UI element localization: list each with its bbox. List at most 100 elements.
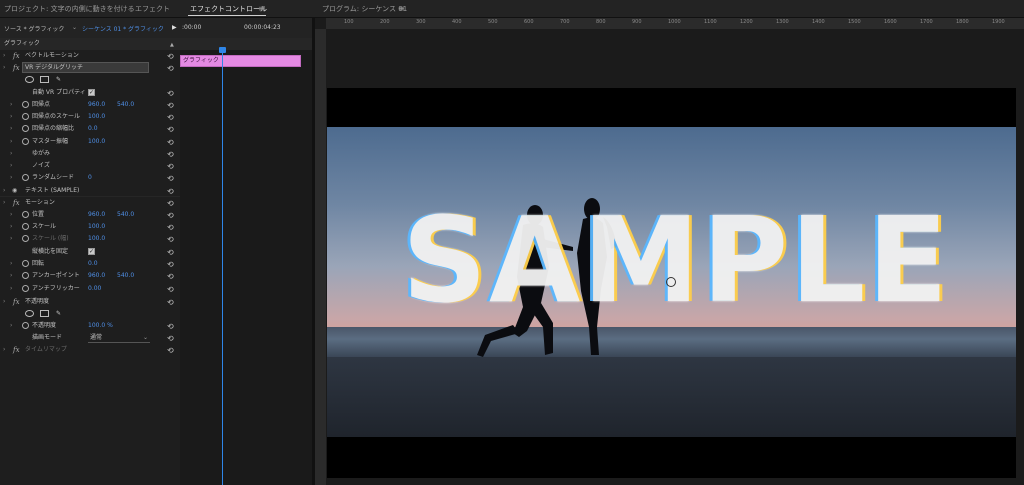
property-row[interactable]: › アンチフリッカー 0.00 ⟲: [0, 283, 180, 295]
expand-arrow-icon[interactable]: ›: [3, 50, 5, 62]
property-row[interactable]: › fx ベクトルモーション ⟲: [0, 50, 180, 62]
property-value-y[interactable]: 540.0: [117, 99, 134, 111]
stopwatch-icon[interactable]: [22, 260, 29, 267]
property-value[interactable]: 100.0: [88, 136, 105, 148]
stopwatch-icon[interactable]: [22, 113, 29, 120]
property-row[interactable]: › ノイズ ⟲: [0, 160, 180, 172]
expand-arrow-icon[interactable]: ›: [10, 172, 12, 184]
panel-menu-icon[interactable]: ≡: [258, 4, 265, 13]
property-value[interactable]: 0.0: [88, 123, 98, 135]
expand-arrow-icon[interactable]: ›: [10, 111, 12, 123]
tab-program-monitor[interactable]: プログラム: シーケンス 01: [322, 4, 407, 14]
property-row[interactable]: › 回帰点のスケール 100.0 ⟲: [0, 111, 180, 123]
expand-arrow-icon[interactable]: ›: [10, 221, 12, 233]
stopwatch-icon[interactable]: [22, 322, 29, 329]
property-row[interactable]: › fx タイムリマップ ⟲: [0, 344, 180, 356]
video-canvas[interactable]: SAMPLE: [327, 88, 1016, 478]
sequence-label[interactable]: シーケンス 01 * グラフィック: [82, 24, 164, 33]
stopwatch-icon[interactable]: [22, 138, 29, 145]
property-row[interactable]: › マスター振幅 100.0 ⟲: [0, 136, 180, 148]
expand-arrow-icon[interactable]: ›: [10, 283, 12, 295]
property-row[interactable]: › スケール (幅) 100.0 ⟲: [0, 233, 180, 245]
stopwatch-icon[interactable]: [22, 223, 29, 230]
property-row[interactable]: 自動 VR プロパティ ✓ ⟲: [0, 87, 180, 99]
property-value-y[interactable]: 540.0: [117, 270, 134, 282]
stopwatch-icon[interactable]: [22, 174, 29, 181]
property-row[interactable]: › ランダムシード 0 ⟲: [0, 172, 180, 184]
expand-arrow-icon[interactable]: ›: [3, 344, 5, 356]
property-row[interactable]: › 不透明度 100.0 % ⟲: [0, 320, 180, 332]
expand-arrow-icon[interactable]: ›: [10, 233, 12, 245]
program-menu-icon[interactable]: ≡: [398, 4, 405, 13]
timeline-ruler[interactable]: [180, 38, 312, 50]
reset-icon[interactable]: ⟲: [167, 284, 174, 296]
pen-mask-icon[interactable]: ✎: [56, 308, 61, 320]
property-value[interactable]: 0.0: [88, 258, 98, 270]
expand-arrow-icon[interactable]: ›: [10, 258, 12, 270]
reset-icon[interactable]: ⟲: [167, 271, 174, 283]
expand-arrow-icon[interactable]: ›: [10, 209, 12, 221]
expand-arrow-icon[interactable]: ›: [3, 197, 5, 209]
pen-mask-icon[interactable]: ✎: [56, 74, 61, 86]
ellipse-mask-icon[interactable]: [25, 76, 34, 83]
graphic-clip[interactable]: グラフィック: [180, 55, 301, 67]
stopwatch-icon[interactable]: [22, 285, 29, 292]
expand-arrow-icon[interactable]: ›: [3, 62, 5, 74]
property-row[interactable]: › 回帰点 960.0 540.0 ⟲: [0, 99, 180, 111]
property-value[interactable]: 100.0 %: [88, 320, 113, 332]
blend-mode-select[interactable]: 通常 ⌄: [88, 332, 150, 343]
property-value[interactable]: 100.0: [88, 221, 105, 233]
stopwatch-icon[interactable]: [22, 125, 29, 132]
expand-arrow-icon[interactable]: ›: [3, 296, 5, 308]
rectangle-mask-icon[interactable]: [40, 76, 49, 83]
checkbox[interactable]: ✓: [88, 89, 95, 96]
property-row[interactable]: 描画モード 通常 ⌄ ⟲: [0, 332, 180, 344]
play-icon[interactable]: ▶: [172, 24, 177, 31]
chevron-down-icon[interactable]: ⌄: [72, 24, 77, 31]
reset-icon[interactable]: ⟲: [167, 234, 174, 246]
property-value[interactable]: 0: [88, 172, 92, 184]
expand-arrow-icon[interactable]: ›: [10, 160, 12, 172]
property-row[interactable]: › 位置 960.0 540.0 ⟲: [0, 209, 180, 221]
tab-effects[interactable]: エフェクト: [135, 4, 170, 14]
fx-icon[interactable]: fx: [13, 344, 20, 356]
stopwatch-icon[interactable]: [22, 272, 29, 279]
fx-icon[interactable]: fx: [13, 50, 20, 62]
rectangle-mask-icon[interactable]: [40, 310, 49, 317]
tab-project[interactable]: プロジェクト: 文字の内側に動きを付ける: [4, 4, 135, 14]
property-value[interactable]: 960.0: [88, 209, 105, 221]
property-row[interactable]: 縦横比を固定 ✓ ⟲: [0, 246, 180, 258]
property-value[interactable]: 960.0: [88, 270, 105, 282]
property-row[interactable]: › ゆがみ ⟲: [0, 148, 180, 160]
property-row[interactable]: › スケール 100.0 ⟲: [0, 221, 180, 233]
property-row[interactable]: ✎: [0, 308, 180, 320]
expand-arrow-icon[interactable]: ›: [10, 136, 12, 148]
tab-effect-controls[interactable]: エフェクトコントロール: [190, 4, 267, 14]
playhead-line[interactable]: [222, 48, 223, 485]
expand-arrow-icon[interactable]: ›: [10, 99, 12, 111]
expand-arrow-icon[interactable]: ›: [10, 270, 12, 282]
expand-arrow-icon[interactable]: ›: [10, 148, 12, 160]
stopwatch-icon[interactable]: [22, 211, 29, 218]
sample-title-text[interactable]: SAMPLE: [341, 195, 1011, 325]
stopwatch-icon[interactable]: [22, 235, 29, 242]
reset-icon[interactable]: ⟲: [167, 124, 174, 136]
fx-icon[interactable]: fx: [13, 62, 20, 74]
property-value-y[interactable]: 540.0: [117, 209, 134, 221]
property-row[interactable]: › アンカーポイント 960.0 540.0 ⟲: [0, 270, 180, 282]
property-row[interactable]: › 回帰点の縮幅比 0.0 ⟲: [0, 123, 180, 135]
property-row[interactable]: › fx モーション ⟲: [0, 197, 180, 209]
checkbox[interactable]: ✓: [88, 248, 95, 255]
reset-icon[interactable]: ⟲: [167, 345, 174, 357]
fx-icon[interactable]: fx: [13, 296, 20, 308]
expand-arrow-icon[interactable]: ›: [10, 320, 12, 332]
property-value[interactable]: 0.00: [88, 283, 101, 295]
reset-icon[interactable]: ⟲: [167, 173, 174, 185]
expand-arrow-icon[interactable]: ›: [10, 123, 12, 135]
fx-icon[interactable]: fx: [13, 197, 20, 209]
ellipse-mask-icon[interactable]: [25, 310, 34, 317]
property-value[interactable]: 960.0: [88, 99, 105, 111]
property-row[interactable]: ✎: [0, 74, 180, 86]
property-value[interactable]: 100.0: [88, 233, 105, 245]
property-row[interactable]: › fx 不透明度 ⟲: [0, 296, 180, 308]
